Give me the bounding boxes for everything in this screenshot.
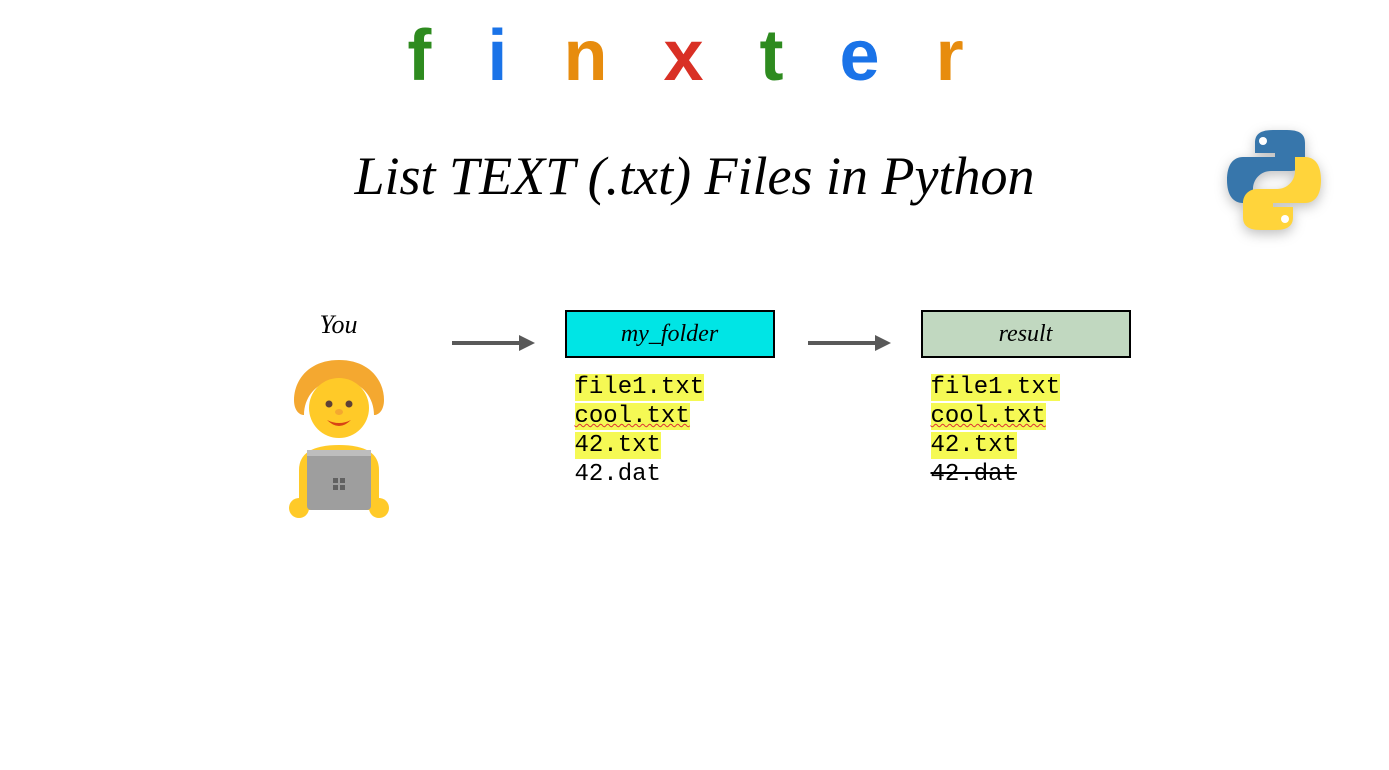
logo-letter-r: r: [936, 15, 982, 97]
logo-letter-i: i: [487, 15, 525, 97]
finxter-logo: f i n x t e r: [407, 15, 981, 97]
result-column: result file1.txt cool.txt 42.txt 42.dat: [921, 310, 1131, 488]
page-title: List TEXT (.txt) Files in Python: [355, 145, 1035, 207]
folder-file: cool.txt: [575, 403, 690, 430]
logo-letter-e: e: [840, 15, 898, 97]
result-label: result: [999, 321, 1053, 348]
result-file: cool.txt: [931, 403, 1046, 430]
folder-label: my_folder: [621, 321, 718, 348]
result-file-list: file1.txt cool.txt 42.txt 42.dat: [921, 374, 1061, 488]
python-logo-icon: [1219, 125, 1329, 235]
folder-column: my_folder file1.txt cool.txt 42.txt 42.d…: [565, 310, 775, 488]
folder-file: file1.txt: [575, 374, 705, 401]
diagram-container: You: [259, 310, 1131, 520]
result-file-excluded: 42.dat: [931, 461, 1017, 488]
logo-letter-x: x: [663, 15, 721, 97]
result-file: 42.txt: [931, 432, 1017, 459]
folder-file: 42.txt: [575, 432, 661, 459]
result-file: file1.txt: [931, 374, 1061, 401]
logo-letter-f: f: [407, 15, 449, 97]
arrow-icon: [447, 328, 537, 358]
you-label: You: [319, 310, 357, 340]
result-box: result: [921, 310, 1131, 358]
you-column: You: [259, 310, 419, 520]
folder-box: my_folder: [565, 310, 775, 358]
folder-file-list: file1.txt cool.txt 42.txt 42.dat: [565, 374, 705, 488]
arrow-icon: [803, 328, 893, 358]
logo-letter-t: t: [760, 15, 802, 97]
logo-letter-n: n: [563, 15, 625, 97]
folder-file: 42.dat: [575, 461, 661, 488]
person-with-laptop-icon: [259, 350, 419, 520]
